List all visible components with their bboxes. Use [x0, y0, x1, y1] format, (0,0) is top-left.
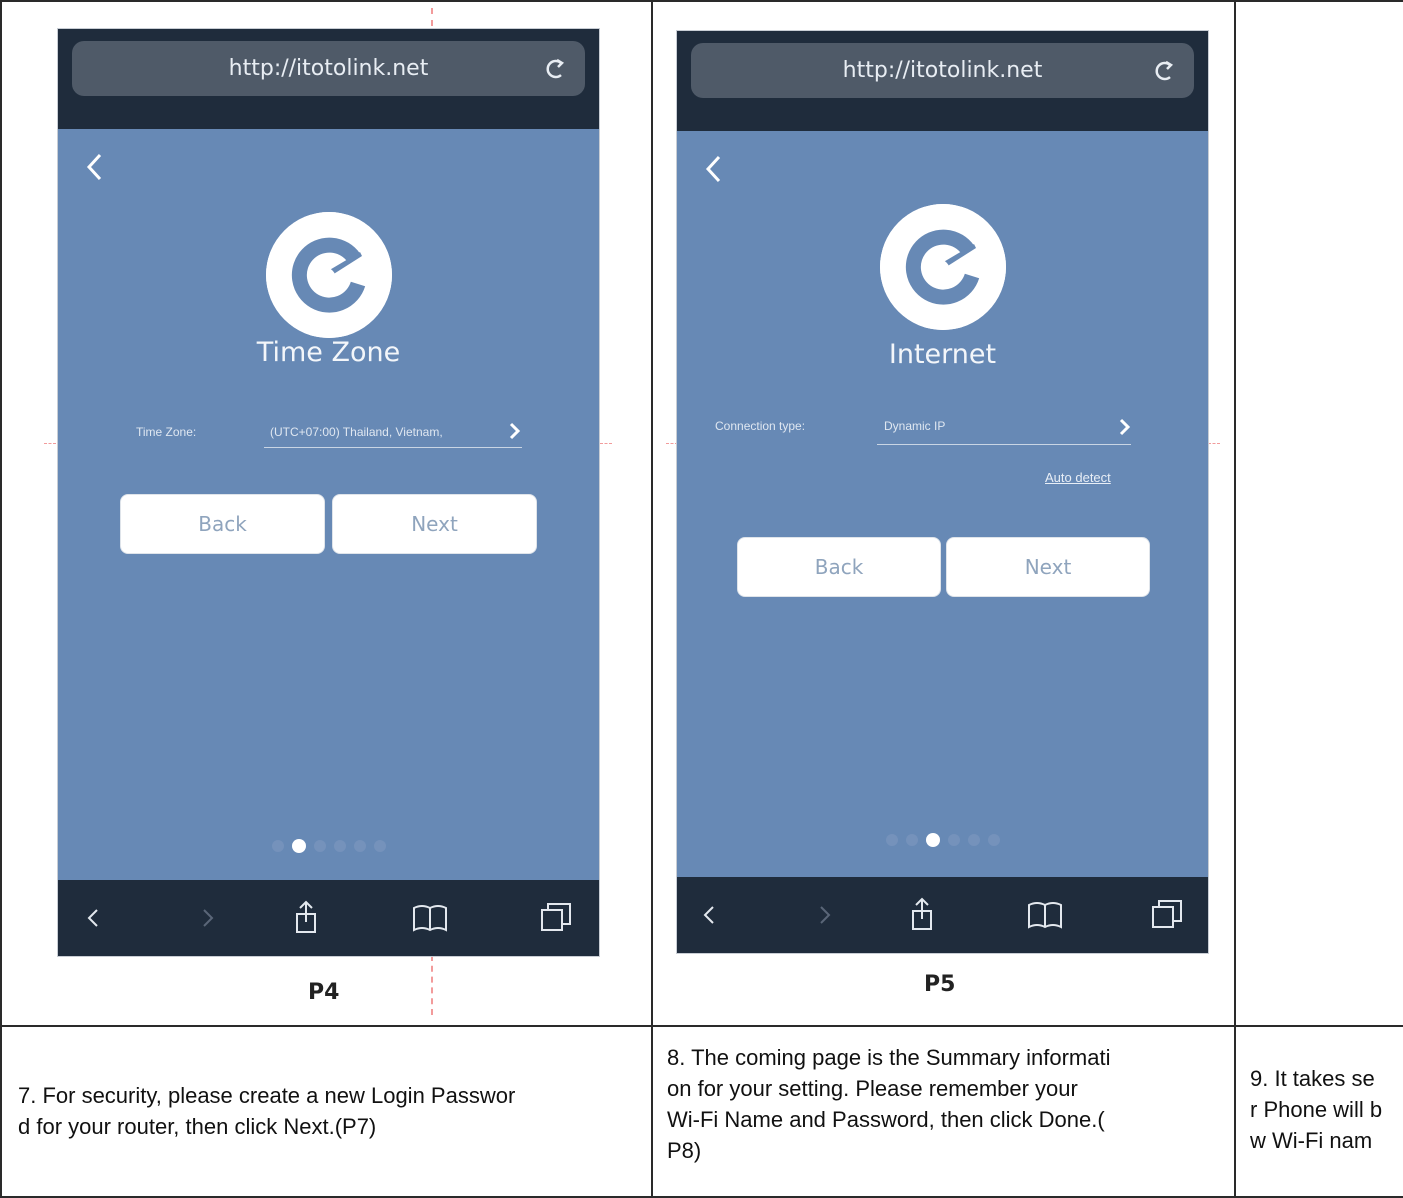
page-indicator — [58, 837, 599, 853]
table-border-top — [0, 0, 1403, 2]
reload-icon[interactable] — [1148, 43, 1178, 98]
page-dot — [967, 833, 980, 846]
table-divider-2 — [1234, 0, 1236, 1198]
browser-back-icon[interactable] — [73, 898, 113, 938]
browser-top-bar: http://itotolink.net — [677, 31, 1208, 131]
reload-icon[interactable] — [539, 41, 569, 96]
caption-p5: P5 — [924, 972, 956, 997]
page-dot — [271, 839, 284, 852]
step-text-line: d for your router, then click Next.(P7) — [18, 1114, 377, 1139]
table-row-divider — [0, 1025, 1403, 1027]
back-chevron-icon[interactable] — [80, 147, 110, 187]
auto-detect-link[interactable]: Auto detect — [1045, 470, 1111, 485]
back-button[interactable]: Back — [737, 537, 941, 597]
step-text-line: 9. It takes se — [1250, 1066, 1375, 1091]
guide-mark — [600, 443, 612, 445]
step-text-line: w Wi-Fi nam — [1250, 1128, 1373, 1153]
page-dot — [987, 833, 1000, 846]
page-dot — [333, 839, 346, 852]
field-underline — [264, 447, 522, 448]
tabs-icon[interactable] — [1147, 895, 1187, 935]
page-dot — [905, 833, 918, 846]
step-text-line: on for your setting. Please remember you… — [667, 1076, 1078, 1101]
totolink-logo-icon — [266, 212, 392, 338]
url-bar[interactable]: http://itotolink.net — [72, 41, 585, 96]
page-dot — [313, 839, 326, 852]
browser-bottom-bar — [58, 880, 599, 956]
page-dot — [373, 839, 386, 852]
caption-p4: P4 — [308, 980, 340, 1005]
tabs-icon[interactable] — [536, 898, 576, 938]
url-text: http://itotolink.net — [228, 56, 429, 81]
time-zone-label: Time Zone: — [136, 425, 197, 439]
next-button[interactable]: Next — [332, 494, 537, 554]
back-button[interactable]: Back — [120, 494, 325, 554]
page-dot-active — [925, 832, 940, 847]
table-divider-1 — [651, 0, 653, 1198]
step-8-text: 8. The coming page is the Summary inform… — [667, 1042, 1229, 1166]
step-text-line: 7. For security, please create a new Log… — [18, 1083, 516, 1108]
connection-type-value[interactable]: Dynamic IP — [884, 419, 945, 433]
guide-mark — [44, 443, 56, 445]
url-bar[interactable]: http://itotolink.net — [691, 43, 1194, 98]
step-text-line: Wi-Fi Name and Password, then click Done… — [667, 1107, 1105, 1132]
phone-screenshot-p4: http://itotolink.net Time Zone Time Zone… — [57, 28, 600, 957]
step-7-text: 7. For security, please create a new Log… — [18, 1080, 643, 1142]
page-title: Time Zone — [256, 337, 401, 368]
step-9-text: 9. It takes se r Phone will b w Wi-Fi na… — [1250, 1063, 1403, 1156]
share-icon[interactable] — [286, 898, 326, 938]
page-dot — [353, 839, 366, 852]
browser-top-bar: http://itotolink.net — [58, 29, 599, 129]
share-icon[interactable] — [902, 895, 942, 935]
chevron-right-icon[interactable] — [507, 421, 523, 441]
page-indicator — [677, 831, 1208, 847]
next-button[interactable]: Next — [946, 537, 1150, 597]
bookmarks-icon[interactable] — [1025, 895, 1065, 935]
chevron-right-icon[interactable] — [1117, 417, 1133, 437]
page-dot — [885, 833, 898, 846]
url-text: http://itotolink.net — [842, 58, 1043, 83]
totolink-logo-icon — [880, 204, 1006, 330]
guide-mark — [1208, 443, 1220, 445]
browser-bottom-bar — [677, 877, 1208, 953]
back-chevron-icon[interactable] — [699, 149, 729, 189]
page-title: Internet — [888, 339, 997, 370]
time-zone-value[interactable]: (UTC+07:00) Thailand, Vietnam, — [270, 425, 443, 439]
browser-back-icon[interactable] — [689, 895, 729, 935]
guide-mark — [431, 955, 434, 1015]
field-underline — [877, 444, 1131, 445]
guide-mark — [431, 8, 434, 26]
bookmarks-icon[interactable] — [410, 898, 450, 938]
step-text-line: 8. The coming page is the Summary inform… — [667, 1045, 1111, 1070]
page-dot-active — [291, 838, 306, 853]
page-dot — [947, 833, 960, 846]
step-text-line: P8) — [667, 1138, 702, 1163]
browser-forward-icon[interactable] — [188, 898, 228, 938]
connection-type-label: Connection type: — [715, 419, 806, 433]
phone-screenshot-p5: http://itotolink.net Internet Connection… — [676, 30, 1209, 954]
table-border-left — [0, 0, 2, 1198]
step-text-line: r Phone will b — [1250, 1097, 1383, 1122]
browser-forward-icon[interactable] — [805, 895, 845, 935]
